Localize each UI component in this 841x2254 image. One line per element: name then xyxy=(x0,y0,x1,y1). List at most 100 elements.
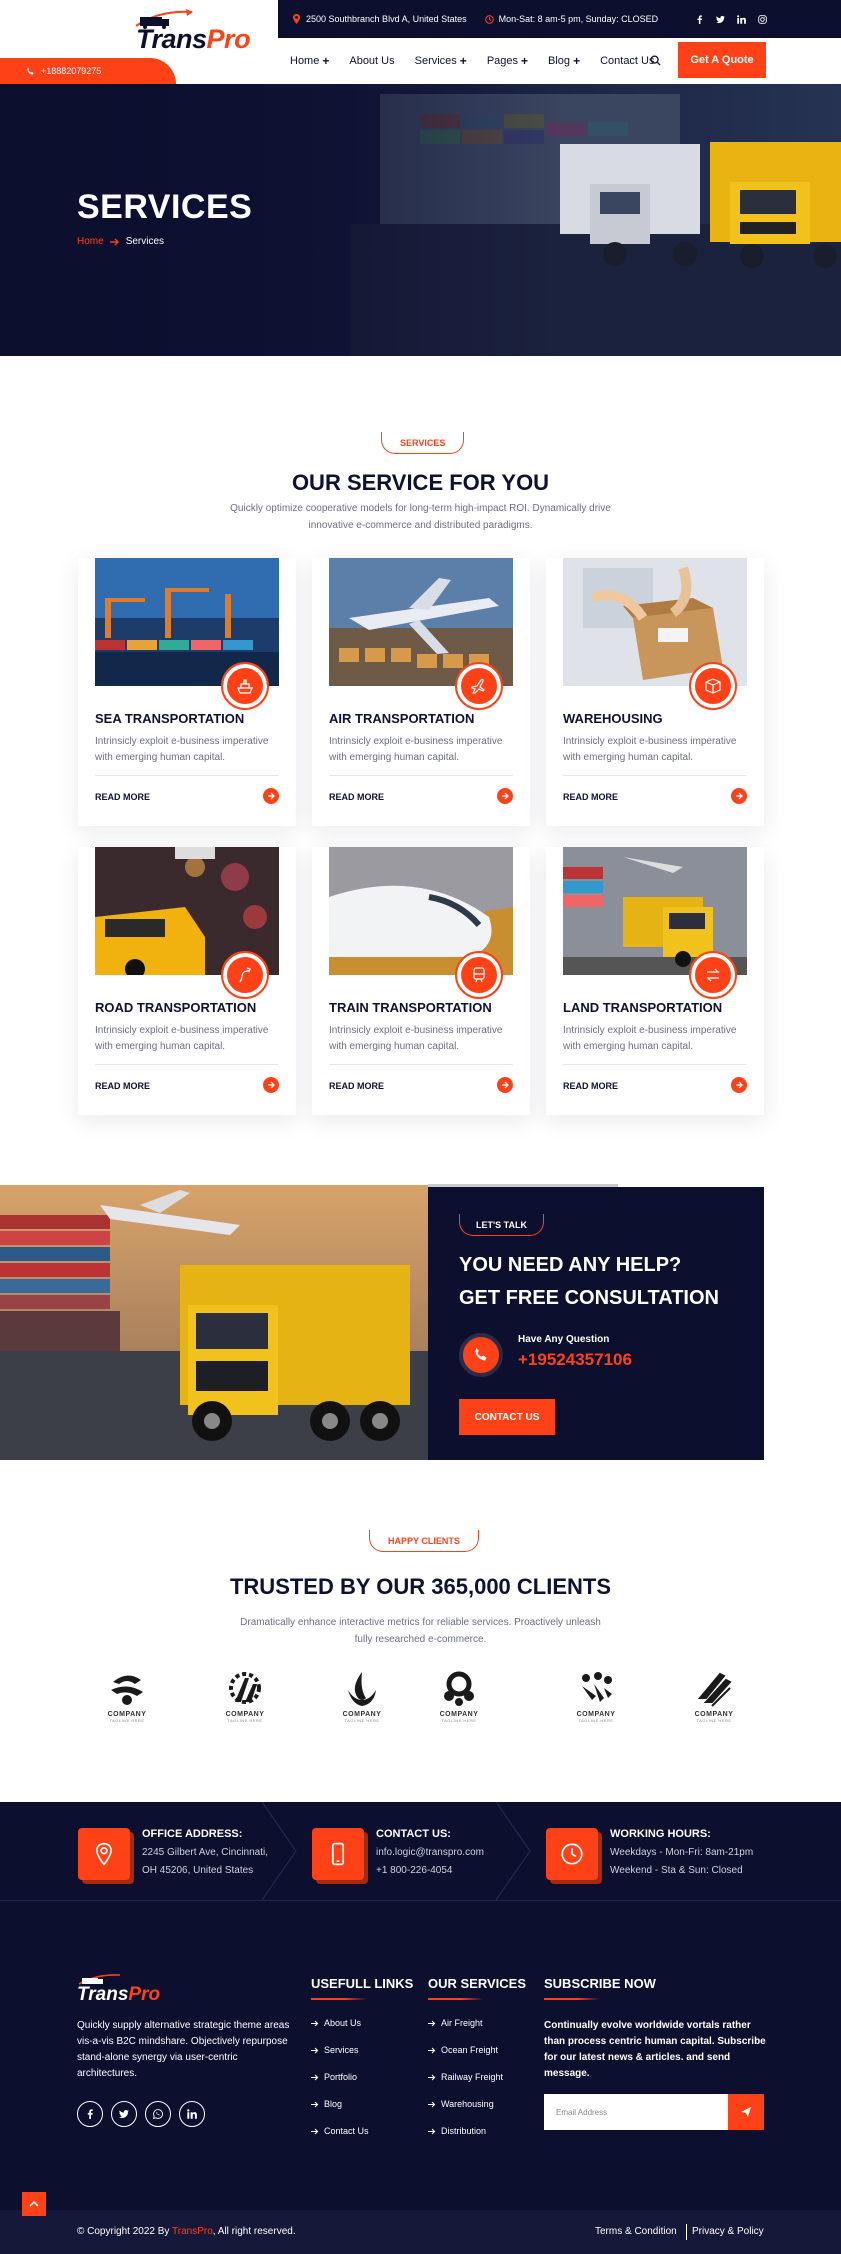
nav-home[interactable]: Home + xyxy=(290,54,329,68)
client-company-name: COMPANY xyxy=(576,1711,616,1718)
read-more-link[interactable]: READ MORE xyxy=(95,792,150,802)
read-more-link[interactable]: READ MORE xyxy=(329,1081,384,1091)
footer-link-services[interactable]: Services xyxy=(311,2045,369,2055)
breadcrumb-home[interactable]: Home xyxy=(77,236,104,247)
arrow-right-icon[interactable] xyxy=(497,788,513,804)
header-phone-number: +18882079275 xyxy=(41,66,102,76)
client-logo[interactable]: COMPANY TAGLINE HERE xyxy=(679,1668,749,1736)
facebook-icon[interactable] xyxy=(695,14,704,24)
client-tagline: TAGLINE HERE xyxy=(344,1718,380,1723)
nav-services[interactable]: Services + xyxy=(415,54,467,68)
working-hours-heading: WORKING HOURS: xyxy=(610,1828,711,1840)
read-more-link[interactable]: READ MORE xyxy=(329,792,384,802)
facebook-icon[interactable] xyxy=(77,2101,103,2127)
location-pin-icon xyxy=(292,14,301,24)
client-logo[interactable]: COMPANY TAGLINE HERE xyxy=(210,1668,280,1736)
service-card-air[interactable]: AIR TRANSPORTATION Intrinsicly exploit e… xyxy=(312,558,530,826)
linkedin-icon[interactable] xyxy=(737,14,746,24)
nav-pages[interactable]: Pages + xyxy=(487,54,528,68)
divider xyxy=(329,1064,513,1065)
contact-us-button[interactable]: CONTACT US xyxy=(459,1399,555,1435)
footer-logo[interactable]: TransPro xyxy=(77,1984,160,2006)
arrow-right-icon[interactable] xyxy=(263,1077,279,1093)
search-icon[interactable] xyxy=(650,55,661,66)
service-card-road[interactable]: ROAD TRANSPORTATION Intrinsicly exploit … xyxy=(78,847,296,1115)
client-logo[interactable]: COMPANY TAGLINE HERE xyxy=(424,1668,494,1736)
consult-phone-number[interactable]: +19524357106 xyxy=(518,1350,632,1370)
service-desc: Intrinsicly exploit e-business imperativ… xyxy=(563,1025,737,1052)
footer-service-railway-label: Railway Freight xyxy=(441,2072,504,2082)
service-title: TRAIN TRANSPORTATION xyxy=(329,1000,492,1015)
footer-service-railway[interactable]: Railway Freight xyxy=(428,2072,503,2082)
footer-link-blog[interactable]: Blog xyxy=(311,2099,369,2109)
plus-icon: + xyxy=(322,54,330,68)
footer-service-distribution-label: Distribution xyxy=(441,2126,487,2136)
privacy-link[interactable]: Privacy & Policy xyxy=(692,2226,764,2237)
divider xyxy=(0,1900,841,1901)
client-logo[interactable]: COMPANY TAGLINE HERE xyxy=(92,1668,162,1736)
linkedin-icon[interactable] xyxy=(179,2101,205,2127)
service-desc: Intrinsicly exploit e-business imperativ… xyxy=(329,736,503,763)
clients-desc: Dramatically enhance interactive metrics… xyxy=(0,1614,841,1648)
nav-about[interactable]: About Us xyxy=(349,55,394,67)
arrow-right-icon[interactable] xyxy=(263,788,279,804)
footer-service-air[interactable]: Air Freight xyxy=(428,2018,503,2028)
send-button[interactable] xyxy=(728,2094,764,2130)
copyright-brand-link[interactable]: TransPro xyxy=(172,2226,213,2237)
email-input[interactable]: Email Address xyxy=(544,2094,728,2130)
divider xyxy=(563,1064,747,1065)
client-logo[interactable]: COMPANY TAGLINE HERE xyxy=(561,1668,631,1736)
contact-email[interactable]: info.logic@transpro.com xyxy=(376,1844,484,1862)
service-card-warehousing[interactable]: WAREHOUSING Intrinsicly exploit e-busine… xyxy=(546,558,764,826)
service-title: AIR TRANSPORTATION xyxy=(329,711,475,726)
arrow-right-icon[interactable] xyxy=(731,1077,747,1093)
whatsapp-icon[interactable] xyxy=(145,2101,171,2127)
service-card-land[interactable]: LAND TRANSPORTATION Intrinsicly exploit … xyxy=(546,847,764,1115)
footer-link-contact[interactable]: Contact Us xyxy=(311,2126,369,2136)
read-more-link[interactable]: READ MORE xyxy=(95,1081,150,1091)
our-services-list: Air Freight Ocean Freight Railway Freigh… xyxy=(428,2018,503,2136)
footer-service-warehousing[interactable]: Warehousing xyxy=(428,2099,503,2109)
site-logo[interactable]: TransPro xyxy=(136,24,251,55)
nav-blog-label: Blog xyxy=(548,55,571,67)
plus-icon: + xyxy=(459,54,467,68)
footer-service-warehousing-label: Warehousing xyxy=(441,2099,494,2109)
footer-link-portfolio[interactable]: Portfolio xyxy=(311,2072,369,2082)
service-card-train[interactable]: TRAIN TRANSPORTATION Intrinsicly exploit… xyxy=(312,847,530,1115)
footer-service-ocean[interactable]: Ocean Freight xyxy=(428,2045,503,2055)
client-logo[interactable]: COMPANY TAGLINE HERE xyxy=(327,1668,397,1736)
address-info: 2500 Southbranch Blvd A, United States xyxy=(292,14,467,24)
divider xyxy=(95,1064,279,1065)
consult-heading-line1: YOU NEED ANY HELP? xyxy=(459,1254,682,1276)
nav-blog[interactable]: Blog + xyxy=(548,54,580,68)
logo-pro: Pro xyxy=(206,24,251,54)
nav-contact[interactable]: Contact Us xyxy=(600,55,654,67)
back-to-top-button[interactable] xyxy=(22,2192,46,2216)
arrow-right-icon[interactable] xyxy=(497,1077,513,1093)
service-card-sea[interactable]: SEA TRANSPORTATION Intrinsicly exploit e… xyxy=(78,558,296,826)
twitter-icon[interactable] xyxy=(716,15,725,24)
footer-link-about[interactable]: About Us xyxy=(311,2018,369,2028)
twitter-icon[interactable] xyxy=(111,2101,137,2127)
read-more-link[interactable]: READ MORE xyxy=(563,792,618,802)
header-phone-bar[interactable]: +18882079275 xyxy=(0,58,176,84)
get-quote-button[interactable]: Get A Quote xyxy=(678,42,766,78)
read-more-link[interactable]: READ MORE xyxy=(563,1081,618,1091)
services-desc-line2: innovative e-commerce and distributed pa… xyxy=(308,520,533,531)
nav-contact-label: Contact Us xyxy=(600,55,655,67)
top-social-links xyxy=(695,14,767,24)
contact-phone[interactable]: +1 800-226-4054 xyxy=(376,1862,484,1880)
terms-link[interactable]: Terms & Condition xyxy=(595,2226,677,2237)
breadcrumb: Home Services xyxy=(77,236,164,247)
service-desc: Intrinsicly exploit e-business imperativ… xyxy=(563,736,737,763)
footer-social-links xyxy=(77,2101,205,2127)
lets-talk-pill: LET'S TALK xyxy=(459,1214,544,1236)
footer-service-distribution[interactable]: Distribution xyxy=(428,2126,503,2136)
copyright-text: © Copyright 2022 By TransPro, All right … xyxy=(77,2226,296,2237)
footer-link-portfolio-label: Portfolio xyxy=(324,2072,358,2082)
office-address-heading: OFFICE ADDRESS: xyxy=(142,1828,243,1840)
instagram-icon[interactable] xyxy=(758,14,767,24)
arrow-right-icon[interactable] xyxy=(731,788,747,804)
phone-icon xyxy=(26,66,35,76)
top-info-bar: 2500 Southbranch Blvd A, United States M… xyxy=(278,0,841,38)
